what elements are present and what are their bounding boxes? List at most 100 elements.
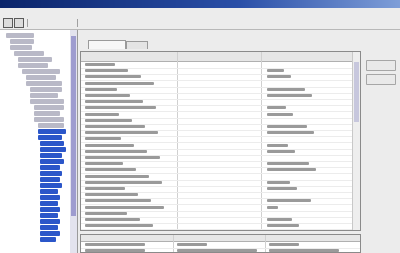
property-name-cell — [85, 174, 149, 178]
tree-pane[interactable] — [0, 30, 78, 253]
tree-item[interactable] — [40, 231, 60, 236]
tree-item[interactable] — [14, 51, 44, 56]
toolbar — [0, 17, 400, 30]
tree-item[interactable] — [30, 87, 62, 92]
tree-scrollbar[interactable] — [70, 30, 77, 253]
tree-item[interactable] — [38, 135, 62, 140]
property-grid-scrollbar[interactable] — [352, 52, 360, 230]
property-value-cell — [267, 143, 288, 147]
tree-item[interactable] — [10, 45, 32, 50]
tree-item[interactable] — [40, 141, 64, 146]
tree-item[interactable] — [40, 189, 58, 194]
property-name-cell — [85, 193, 138, 197]
property-value-cell — [267, 125, 307, 128]
property-name-cell — [85, 162, 123, 166]
property-grid-scroll-thumb[interactable] — [354, 62, 359, 122]
tree-item[interactable] — [22, 69, 60, 74]
property-value-cell — [267, 94, 312, 97]
property-name-cell — [85, 143, 134, 147]
tree-item[interactable] — [18, 63, 48, 68]
tab-2[interactable] — [126, 41, 148, 49]
property-name-cell — [85, 211, 127, 215]
tree-item[interactable] — [34, 105, 64, 110]
property-name-cell — [85, 205, 164, 209]
tree-item[interactable] — [34, 117, 64, 122]
property-value-cell — [267, 205, 278, 209]
details-cell — [269, 249, 339, 252]
tree-item[interactable] — [40, 207, 60, 212]
property-name-cell — [85, 187, 125, 190]
tree-item[interactable] — [40, 213, 58, 218]
property-grid[interactable] — [80, 51, 361, 231]
property-name-cell — [85, 69, 128, 73]
tree-item[interactable] — [38, 123, 64, 128]
property-value-cell — [267, 162, 309, 166]
property-name-cell — [85, 100, 143, 104]
tree-item[interactable] — [40, 225, 58, 230]
toolbar-separator — [27, 19, 28, 27]
property-name-cell — [85, 149, 147, 153]
details-cell — [85, 249, 145, 252]
main-panel — [80, 30, 363, 253]
property-value-cell — [267, 199, 311, 203]
tree-item[interactable] — [18, 57, 52, 62]
tree-item[interactable] — [40, 171, 62, 176]
tree-item[interactable] — [40, 153, 62, 158]
tree-item[interactable] — [40, 147, 66, 152]
tree-item[interactable] — [6, 33, 34, 38]
property-value-cell — [267, 187, 297, 190]
property-name-cell — [85, 168, 136, 172]
property-name-cell — [85, 156, 160, 159]
property-name-cell — [85, 180, 162, 184]
property-name-cell — [85, 112, 119, 116]
tree-scroll-thumb[interactable] — [71, 36, 76, 216]
tree-item[interactable] — [40, 183, 62, 188]
tree-item[interactable] — [38, 129, 66, 134]
details-grid[interactable] — [80, 234, 361, 253]
toolbar-button-2[interactable] — [14, 18, 24, 28]
tree-item[interactable] — [26, 75, 56, 80]
tree-item[interactable] — [40, 195, 60, 200]
toolbar-button-8[interactable] — [92, 18, 102, 28]
tree-item[interactable] — [40, 177, 60, 182]
tree-item[interactable] — [40, 201, 58, 206]
property-value-cell — [267, 131, 314, 135]
tree-item[interactable] — [40, 219, 60, 224]
details-grid-header — [81, 235, 360, 242]
tree-item[interactable] — [30, 93, 58, 98]
toolbar-button-5[interactable] — [53, 18, 63, 28]
tree-item[interactable] — [26, 81, 62, 86]
menu-bar — [0, 8, 400, 17]
side-button-3[interactable] — [366, 90, 396, 98]
toolbar-button-1[interactable] — [3, 18, 13, 28]
property-name-cell — [85, 106, 156, 110]
details-row[interactable] — [81, 248, 360, 252]
property-name-cell — [85, 87, 117, 91]
property-value-cell — [267, 75, 291, 79]
tree-item[interactable] — [40, 237, 56, 242]
tree-item[interactable] — [40, 165, 60, 170]
property-row[interactable] — [81, 223, 355, 230]
tree-item[interactable] — [34, 111, 60, 116]
toolbar-button-4[interactable] — [42, 18, 52, 28]
property-name-cell — [85, 199, 151, 203]
tree-item[interactable] — [40, 159, 64, 164]
property-value-cell — [267, 87, 305, 91]
property-value-cell — [267, 168, 316, 172]
toolbar-separator — [77, 19, 78, 27]
property-name-cell — [85, 75, 141, 79]
side-button-2[interactable] — [366, 74, 396, 85]
toolbar-button-3[interactable] — [31, 18, 41, 28]
details-cell — [269, 243, 299, 246]
toolbar-button-7[interactable] — [81, 18, 91, 28]
tree-item[interactable] — [10, 39, 34, 44]
property-grid-header — [81, 52, 355, 62]
property-value-cell — [267, 224, 299, 228]
tree-item[interactable] — [30, 99, 64, 104]
toolbar-button-6[interactable] — [64, 18, 74, 28]
side-button-1[interactable] — [366, 60, 396, 71]
details-cell — [85, 243, 145, 246]
tab-1[interactable] — [88, 40, 126, 49]
property-name-cell — [85, 224, 153, 228]
property-name-cell — [85, 125, 145, 128]
